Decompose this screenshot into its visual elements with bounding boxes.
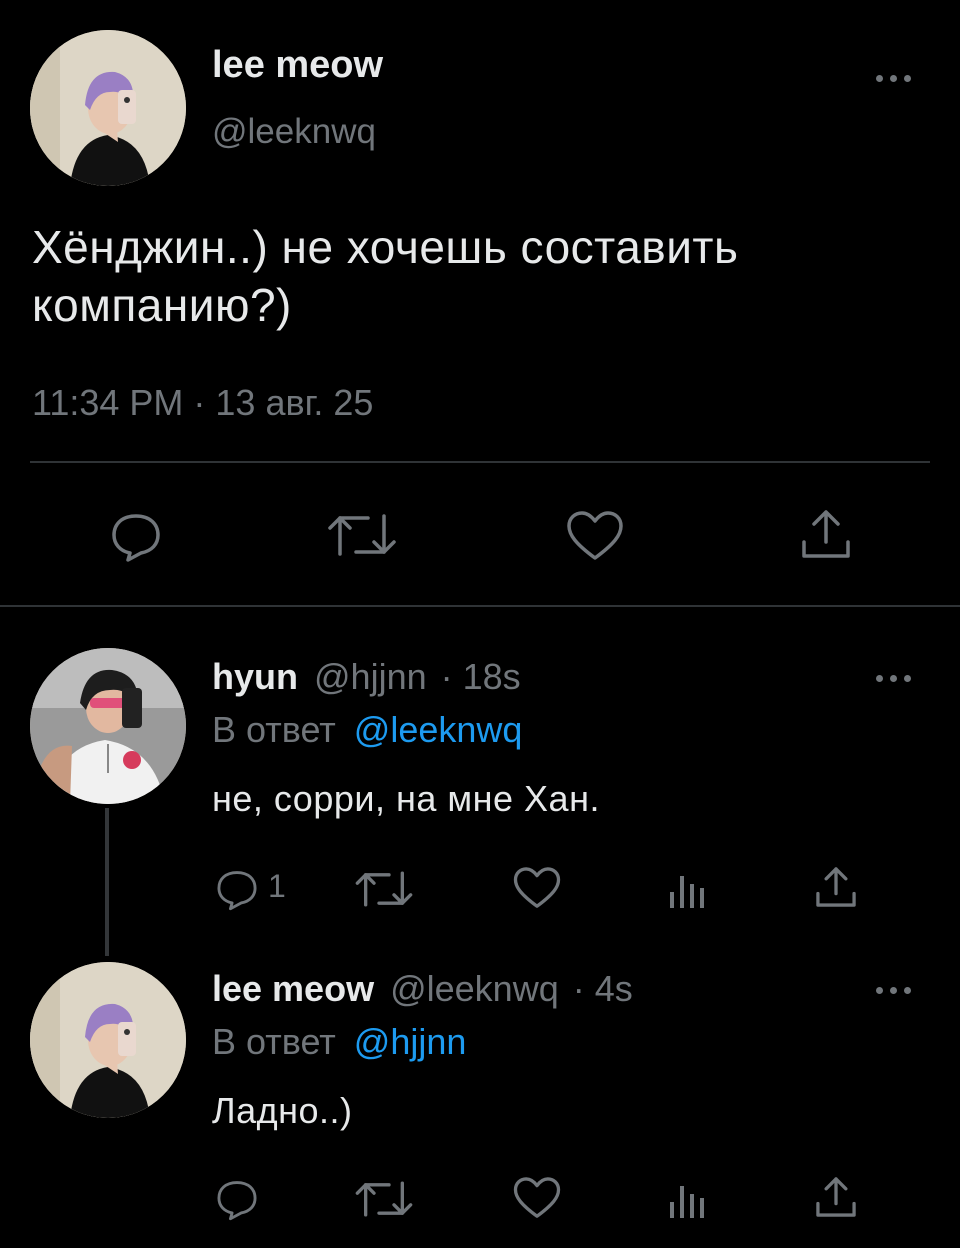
section-divider	[0, 605, 960, 607]
more-button[interactable]	[876, 72, 916, 84]
reply-to: В ответ @leeknwq	[212, 709, 522, 751]
thread-line	[105, 808, 109, 956]
avatar[interactable]	[30, 648, 186, 804]
more-icon	[876, 75, 883, 82]
share-icon[interactable]	[800, 506, 852, 562]
like-icon[interactable]	[513, 1176, 561, 1220]
reply-icon[interactable]	[214, 866, 260, 912]
more-icon	[876, 675, 883, 682]
tweet-text-line: Хёнджин..) не хочешь составить	[32, 221, 739, 273]
retweet-icon[interactable]	[354, 1178, 414, 1220]
more-button[interactable]	[876, 672, 916, 684]
views-icon[interactable]	[666, 870, 706, 910]
reply-icon[interactable]	[214, 1176, 260, 1222]
share-icon[interactable]	[814, 864, 858, 910]
reply-to-handle[interactable]: @leeknwq	[354, 709, 523, 750]
retweet-icon[interactable]	[354, 868, 414, 910]
more-button[interactable]	[876, 984, 916, 996]
reply-to-prefix: В ответ	[212, 1021, 336, 1062]
reply-to-handle[interactable]: @hjjnn	[354, 1021, 467, 1062]
reply-to: В ответ @hjjnn	[212, 1021, 466, 1063]
share-icon[interactable]	[814, 1174, 858, 1220]
more-icon	[876, 987, 883, 994]
tweet-text: Хёнджин..) не хочешь составить компанию?…	[32, 218, 738, 334]
time[interactable]: · 4s	[573, 968, 633, 1009]
timestamp[interactable]: 11:34 PM · 13 авг. 25	[32, 382, 373, 424]
tweet-header: hyun @hjjnn · 18s	[212, 656, 521, 698]
like-icon[interactable]	[566, 510, 624, 562]
tweet-header: lee meow @leeknwq · 4s	[212, 968, 633, 1010]
handle[interactable]: @leeknwq	[212, 112, 376, 152]
retweet-icon[interactable]	[326, 510, 398, 560]
display-name[interactable]: hyun	[212, 656, 298, 697]
avatar[interactable]	[30, 30, 186, 186]
reply-to-prefix: В ответ	[212, 709, 336, 750]
reply-count: 1	[268, 868, 286, 904]
tweet-text: Ладно..)	[212, 1090, 353, 1131]
handle[interactable]: @hjjnn	[314, 656, 427, 697]
like-icon[interactable]	[513, 866, 561, 910]
reply-icon[interactable]	[108, 508, 164, 564]
tweet-text-line: компанию?)	[32, 279, 292, 331]
display-name[interactable]: lee meow	[212, 968, 374, 1009]
handle[interactable]: @leeknwq	[390, 968, 559, 1009]
time[interactable]: · 18s	[441, 656, 521, 697]
avatar[interactable]	[30, 962, 186, 1118]
views-icon[interactable]	[666, 1180, 706, 1220]
divider	[30, 461, 930, 463]
tweet-text: не, сорри, на мне Хан.	[212, 778, 600, 819]
display-name[interactable]: lee meow	[212, 44, 383, 87]
